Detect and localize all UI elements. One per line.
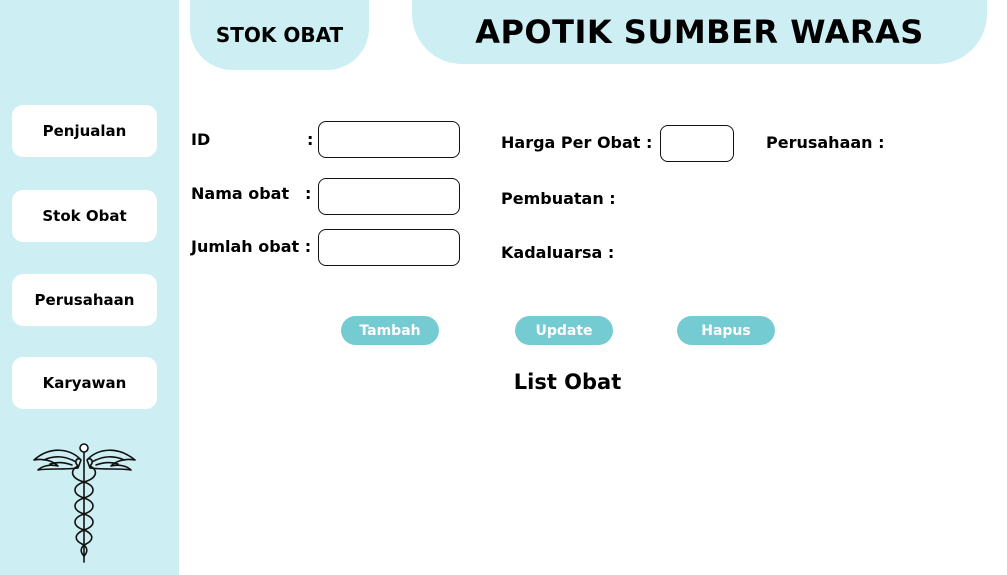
nama-obat-input[interactable]	[318, 178, 460, 215]
harga-per-obat-label: Harga Per Obat :	[501, 133, 653, 152]
app-title: APOTIK SUMBER WARAS	[475, 13, 924, 51]
nama-obat-label: Nama obat	[191, 184, 290, 203]
kadaluarsa-label: Kadaluarsa :	[501, 243, 615, 262]
sidebar-item-label: Perusahaan	[34, 291, 135, 309]
update-button[interactable]: Update	[515, 316, 613, 345]
harga-per-obat-input[interactable]	[660, 125, 734, 162]
app-header: APOTIK SUMBER WARAS	[412, 0, 987, 64]
page-title-tab: STOK OBAT	[190, 0, 369, 70]
sidebar: Penjualan Stok Obat Perusahaan Karyawan	[0, 0, 179, 575]
hapus-button[interactable]: Hapus	[677, 316, 775, 345]
sidebar-item-penjualan[interactable]: Penjualan	[12, 105, 157, 157]
jumlah-obat-input[interactable]	[318, 229, 460, 266]
sidebar-item-label: Stok Obat	[42, 207, 127, 225]
sidebar-item-label: Penjualan	[42, 122, 127, 140]
sidebar-item-karyawan[interactable]: Karyawan	[12, 357, 157, 409]
caduceus-icon	[33, 443, 136, 563]
jumlah-obat-label: Jumlah obat :	[191, 237, 312, 256]
id-input[interactable]	[318, 121, 460, 158]
tambah-button[interactable]: Tambah	[341, 316, 439, 345]
pembuatan-label: Pembuatan :	[501, 189, 616, 208]
sidebar-item-perusahaan[interactable]: Perusahaan	[12, 274, 157, 326]
sidebar-item-stok-obat[interactable]: Stok Obat	[12, 190, 157, 242]
perusahaan-label: Perusahaan :	[766, 133, 885, 152]
id-label: ID	[191, 130, 211, 149]
id-colon: :	[307, 130, 314, 149]
sidebar-item-label: Karyawan	[42, 374, 127, 392]
nama-obat-colon: :	[305, 184, 312, 203]
page-title: STOK OBAT	[215, 23, 344, 47]
list-obat-title: List Obat	[513, 370, 622, 394]
